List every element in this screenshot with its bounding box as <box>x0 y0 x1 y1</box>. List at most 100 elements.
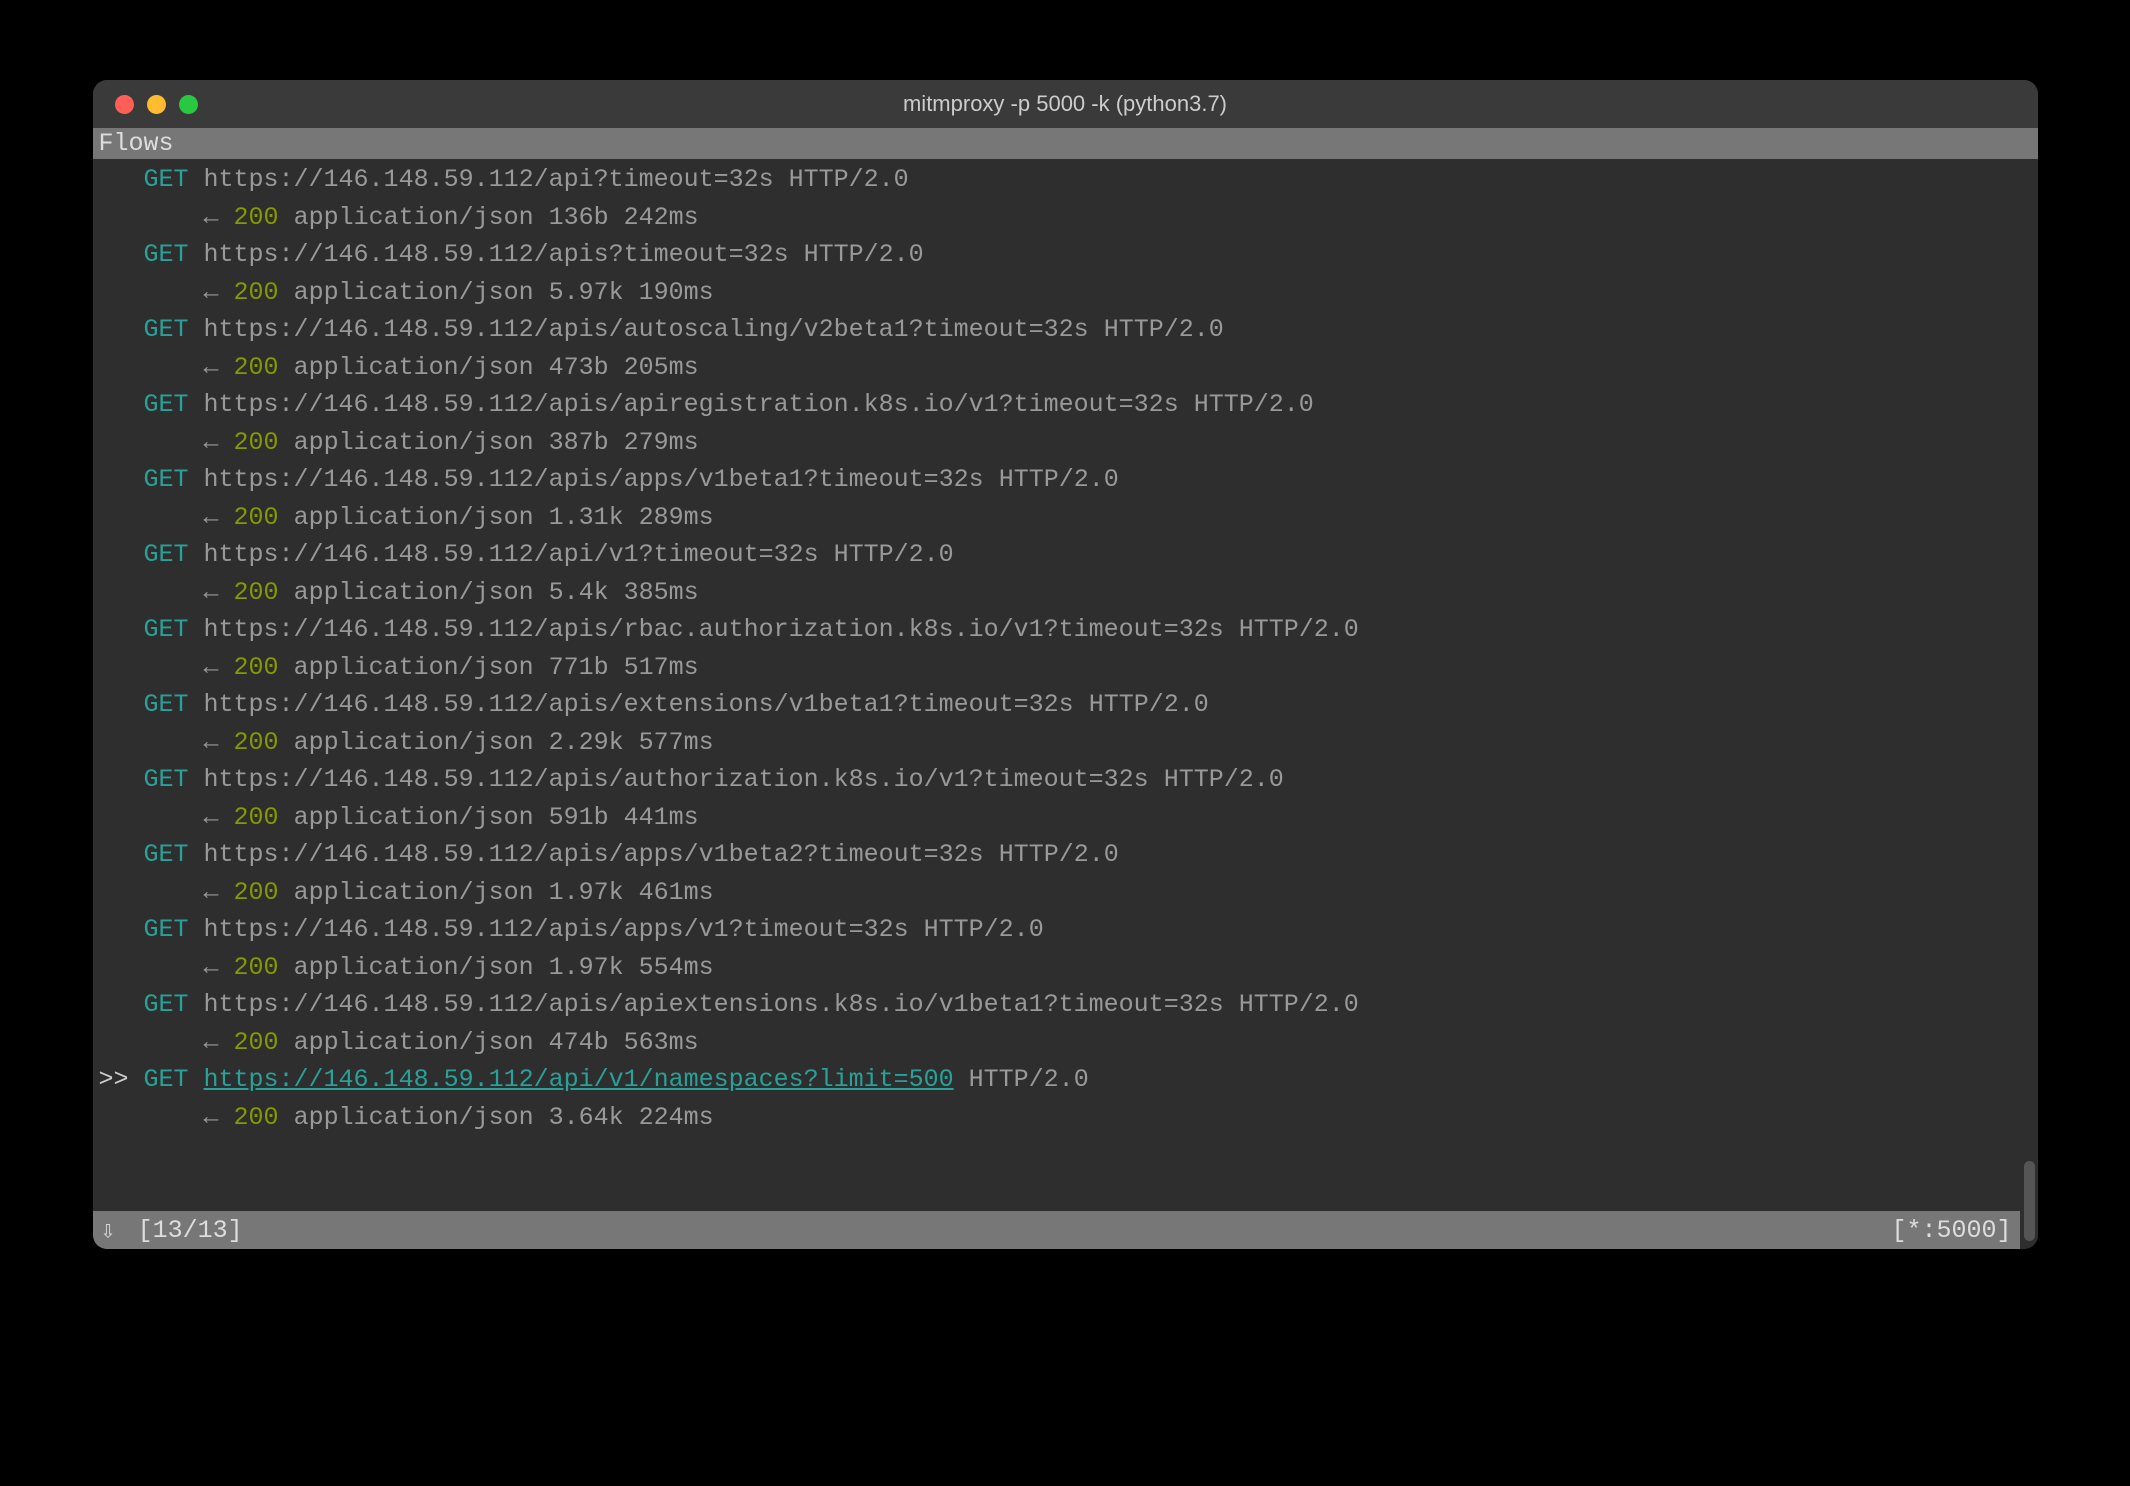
flow-row[interactable]: GET https://146.148.59.112/apis/apps/v1?… <box>93 911 2038 986</box>
http-method: GET <box>144 540 189 569</box>
response-size: 2.29k <box>549 728 624 757</box>
status-code: 200 <box>234 1103 279 1132</box>
flows-header: Flows <box>93 128 2038 159</box>
protocol: HTTP/2.0 <box>1104 315 1224 344</box>
flow-row[interactable]: GET https://146.148.59.112/apis?timeout=… <box>93 236 2038 311</box>
response-time: 289ms <box>639 503 714 532</box>
response-time: 554ms <box>639 953 714 982</box>
http-method: GET <box>144 615 189 644</box>
response-arrow-icon: ← <box>204 353 219 382</box>
status-code: 200 <box>234 578 279 607</box>
minimize-icon[interactable] <box>147 95 166 114</box>
protocol: HTTP/2.0 <box>834 540 954 569</box>
flow-row[interactable]: GET https://146.148.59.112/api?timeout=3… <box>93 161 2038 236</box>
status-code: 200 <box>234 203 279 232</box>
http-method: GET <box>144 165 189 194</box>
terminal-body[interactable]: GET https://146.148.59.112/api?timeout=3… <box>93 159 2038 1249</box>
flow-row[interactable]: GET https://146.148.59.112/apis/apiregis… <box>93 386 2038 461</box>
flow-row[interactable]: GET https://146.148.59.112/apis/apps/v1b… <box>93 461 2038 536</box>
response-arrow-icon: ← <box>204 578 219 607</box>
status-code: 200 <box>234 1028 279 1057</box>
selection-marker <box>99 386 144 424</box>
protocol: HTTP/2.0 <box>1089 690 1209 719</box>
content-type: application/json <box>294 353 534 382</box>
request-url: https://146.148.59.112/api?timeout=32s <box>204 165 774 194</box>
flow-row[interactable]: >> GET https://146.148.59.112/api/v1/nam… <box>93 1061 2038 1136</box>
http-method: GET <box>144 915 189 944</box>
window-title: mitmproxy -p 5000 -k (python3.7) <box>93 91 2038 117</box>
content-type: application/json <box>294 278 534 307</box>
response-time: 205ms <box>624 353 699 382</box>
response-arrow-icon: ← <box>204 203 219 232</box>
selection-marker <box>99 761 144 799</box>
response-arrow-icon: ← <box>204 878 219 907</box>
status-code: 200 <box>234 953 279 982</box>
response-time: 224ms <box>639 1103 714 1132</box>
response-size: 473b <box>549 353 609 382</box>
protocol: HTTP/2.0 <box>1239 990 1359 1019</box>
selection-marker <box>99 236 144 274</box>
response-time: 461ms <box>639 878 714 907</box>
response-time: 190ms <box>639 278 714 307</box>
response-size: 5.97k <box>549 278 624 307</box>
status-code: 200 <box>234 803 279 832</box>
titlebar[interactable]: mitmproxy -p 5000 -k (python3.7) <box>93 80 2038 128</box>
content-type: application/json <box>294 578 534 607</box>
protocol: HTTP/2.0 <box>969 1065 1089 1094</box>
flow-count: [13/13] <box>138 1216 243 1245</box>
response-time: 385ms <box>624 578 699 607</box>
flow-row[interactable]: GET https://146.148.59.112/apis/authoriz… <box>93 761 2038 836</box>
maximize-icon[interactable] <box>179 95 198 114</box>
response-arrow-icon: ← <box>204 278 219 307</box>
flow-row[interactable]: GET https://146.148.59.112/apis/rbac.aut… <box>93 611 2038 686</box>
selection-marker <box>99 536 144 574</box>
response-time: 577ms <box>639 728 714 757</box>
status-code: 200 <box>234 728 279 757</box>
request-url: https://146.148.59.112/api/v1/namespaces… <box>204 1065 954 1094</box>
content-type: application/json <box>294 803 534 832</box>
request-url: https://146.148.59.112/apis/apps/v1beta2… <box>204 840 984 869</box>
flow-row[interactable]: GET https://146.148.59.112/apis/apps/v1b… <box>93 836 2038 911</box>
http-method: GET <box>144 690 189 719</box>
http-method: GET <box>144 465 189 494</box>
response-size: 1.31k <box>549 503 624 532</box>
request-url: https://146.148.59.112/apis/extensions/v… <box>204 690 1074 719</box>
response-arrow-icon: ← <box>204 728 219 757</box>
close-icon[interactable] <box>115 95 134 114</box>
http-method: GET <box>144 765 189 794</box>
content-type: application/json <box>294 1028 534 1057</box>
request-url: https://146.148.59.112/apis/apps/v1beta1… <box>204 465 984 494</box>
flow-row[interactable]: GET https://146.148.59.112/api/v1?timeou… <box>93 536 2038 611</box>
selection-marker <box>99 461 144 499</box>
listen-address: [*:5000] <box>1891 1216 2011 1245</box>
response-size: 1.97k <box>549 953 624 982</box>
scrollbar-thumb[interactable] <box>2024 1161 2035 1241</box>
response-size: 474b <box>549 1028 609 1057</box>
request-url: https://146.148.59.112/apis/apps/v1?time… <box>204 915 909 944</box>
selection-marker <box>99 911 144 949</box>
request-url: https://146.148.59.112/apis/apiregistrat… <box>204 390 1179 419</box>
response-arrow-icon: ← <box>204 953 219 982</box>
request-url: https://146.148.59.112/apis?timeout=32s <box>204 240 789 269</box>
content-type: application/json <box>294 1103 534 1132</box>
request-url: https://146.148.59.112/apis/autoscaling/… <box>204 315 1089 344</box>
content-type: application/json <box>294 428 534 457</box>
flow-row[interactable]: GET https://146.148.59.112/apis/apiexten… <box>93 986 2038 1061</box>
flow-row[interactable]: GET https://146.148.59.112/apis/autoscal… <box>93 311 2038 386</box>
response-arrow-icon: ← <box>204 428 219 457</box>
response-time: 441ms <box>624 803 699 832</box>
request-url: https://146.148.59.112/apis/apiextension… <box>204 990 1224 1019</box>
statusbar: ⇩ [13/13] [*:5000] <box>93 1211 2020 1249</box>
protocol: HTTP/2.0 <box>804 240 924 269</box>
response-arrow-icon: ← <box>204 503 219 532</box>
terminal-window: mitmproxy -p 5000 -k (python3.7) Flows G… <box>93 80 2038 1249</box>
flow-row[interactable]: GET https://146.148.59.112/apis/extensio… <box>93 686 2038 761</box>
content-type: application/json <box>294 728 534 757</box>
scroll-indicator-icon: ⇩ <box>101 1215 116 1246</box>
protocol: HTTP/2.0 <box>999 840 1119 869</box>
response-time: 517ms <box>624 653 699 682</box>
response-arrow-icon: ← <box>204 1028 219 1057</box>
response-size: 3.64k <box>549 1103 624 1132</box>
response-arrow-icon: ← <box>204 803 219 832</box>
selection-marker <box>99 986 144 1024</box>
